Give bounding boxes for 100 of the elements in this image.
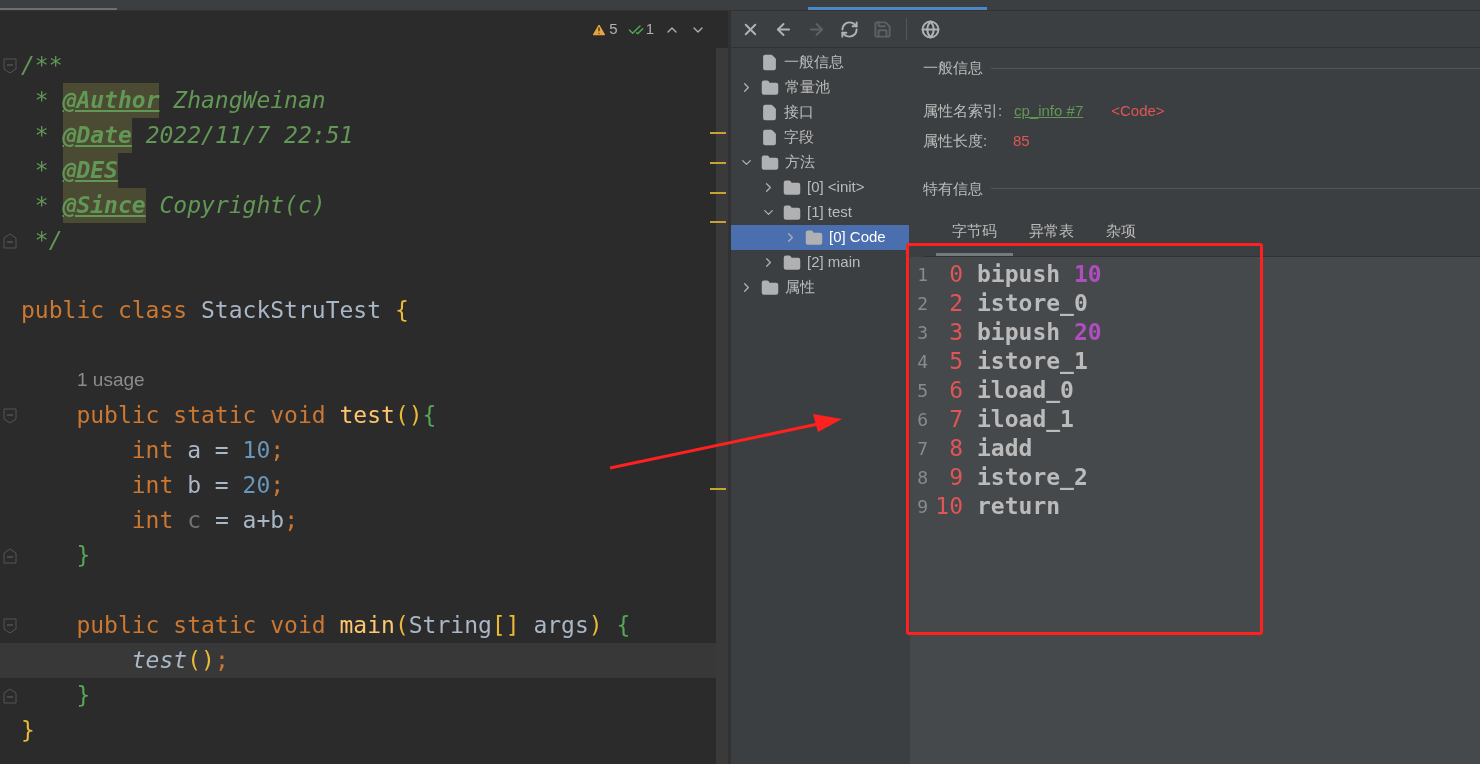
warning-marker[interactable] [710, 132, 726, 134]
code-token: } [21, 716, 35, 746]
field-label: 属性长度: [923, 131, 989, 152]
file-icon [761, 54, 778, 71]
section-title: 一般信息 [923, 58, 983, 78]
bytecode-instruction: bipush 20 [977, 318, 1102, 348]
code-token: int [130, 471, 175, 501]
bytecode-offset: 2 [948, 289, 963, 319]
tree-label: 字段 [784, 127, 814, 148]
tab[interactable]: 异常表 [1013, 220, 1090, 256]
tree-item[interactable]: 一般信息 [731, 50, 909, 75]
code-token: b = [187, 471, 230, 501]
warning-marker[interactable] [710, 192, 726, 194]
code-token: { [422, 401, 437, 431]
code-editor[interactable] [0, 11, 728, 764]
tree-label: [0] Code [829, 227, 886, 248]
refresh-icon[interactable] [840, 19, 859, 39]
code-token: ZhangWeinan [172, 86, 326, 116]
section-title: 特有信息 [923, 178, 983, 199]
code-token: test [339, 401, 395, 431]
code-token: ; [284, 506, 298, 536]
globe-icon[interactable] [921, 19, 940, 39]
code-token: 10 [242, 436, 271, 466]
code-token: * [33, 121, 50, 151]
bytecode-instruction: bipush 10 [977, 260, 1102, 290]
bytecode-instruction: istore_2 [977, 463, 1088, 493]
folder-icon [783, 253, 801, 272]
fold-icon[interactable] [3, 407, 17, 424]
bytecode-offset: 10 [934, 492, 963, 522]
tree-label: [0] <init> [807, 177, 865, 198]
tree-item[interactable]: [0] Code [731, 225, 909, 250]
field-label: 属性名索引: [923, 101, 1004, 122]
file-icon [761, 104, 778, 121]
fold-icon[interactable] [3, 687, 17, 704]
field-value: <Code> [1111, 101, 1165, 122]
fold-icon[interactable] [3, 232, 17, 249]
info-link[interactable]: cp_info #7 [1014, 100, 1084, 123]
warning-marker[interactable] [710, 221, 726, 223]
line-number: 4 [916, 350, 928, 374]
fold-icon[interactable] [3, 57, 17, 74]
tree-item[interactable]: 方法 [731, 150, 909, 175]
code-token: 20 [242, 471, 271, 501]
line-number: 5 [916, 379, 928, 403]
code-token: * [33, 191, 50, 221]
code-token: @Author [62, 83, 160, 118]
code-token: int [130, 436, 175, 466]
code-token: args [532, 611, 589, 641]
tree-label: 一般信息 [784, 52, 844, 73]
bytecode-instruction: iload_0 [977, 376, 1074, 406]
code-token: } [75, 681, 91, 711]
tree-label: 接口 [784, 102, 814, 123]
tree-item[interactable]: 接口 [731, 100, 909, 125]
code-token: { [394, 296, 409, 326]
bytecode-instruction: istore_0 [977, 289, 1088, 319]
warning-marker[interactable] [710, 488, 726, 490]
tree-item[interactable]: 字段 [731, 125, 909, 150]
code-token: public static void [75, 401, 327, 431]
code-token: () [394, 401, 423, 431]
code-token: test [130, 646, 188, 676]
tree-item[interactable]: 属性 [731, 275, 909, 300]
bytecode-offset: 7 [948, 405, 963, 435]
code-token: } [75, 541, 91, 571]
code-token: * [33, 156, 50, 186]
tree-item[interactable]: 常量池 [731, 75, 909, 100]
line-number: 1 [916, 263, 928, 287]
code-token: Copyright(c) [158, 191, 326, 221]
code-token: = a+b [213, 506, 285, 536]
folder-icon [783, 178, 801, 197]
code-token: @Date [62, 118, 132, 153]
code-token: String [408, 611, 492, 641]
tree-item[interactable]: [0] <init> [731, 175, 909, 200]
bytecode-offset: 9 [948, 463, 963, 493]
warning-icon[interactable] [591, 21, 608, 38]
code-token: main [339, 611, 395, 641]
file-icon [761, 129, 778, 146]
code-token: int [130, 506, 175, 536]
code-token: * [33, 86, 50, 116]
tree-item[interactable]: [2] main [731, 250, 909, 275]
warning-marker[interactable] [710, 162, 726, 164]
fold-icon[interactable] [3, 617, 17, 634]
code-token: */ [33, 226, 63, 256]
tree-label: [1] test [807, 202, 853, 223]
code-token: public static void [75, 611, 327, 641]
line-number: 3 [916, 321, 928, 345]
folder-icon [805, 228, 823, 247]
bytecode-offset: 8 [948, 434, 963, 464]
typo-count: 1 [645, 19, 654, 40]
bytecode-instruction: return [977, 492, 1061, 522]
tree-label: 方法 [785, 152, 815, 173]
code-token: /** [21, 51, 63, 81]
line-number: 6 [916, 408, 928, 432]
bytecode-offset: 5 [948, 347, 963, 377]
folder-icon [761, 78, 779, 97]
field-value: 85 [1013, 131, 1030, 152]
tree-item[interactable]: [1] test [731, 200, 909, 225]
code-token: [] [491, 611, 520, 641]
code-token: c [187, 506, 202, 536]
fold-icon[interactable] [3, 547, 17, 564]
bytecode-instruction: iadd [977, 434, 1033, 464]
tab[interactable]: 杂项 [1090, 220, 1152, 256]
